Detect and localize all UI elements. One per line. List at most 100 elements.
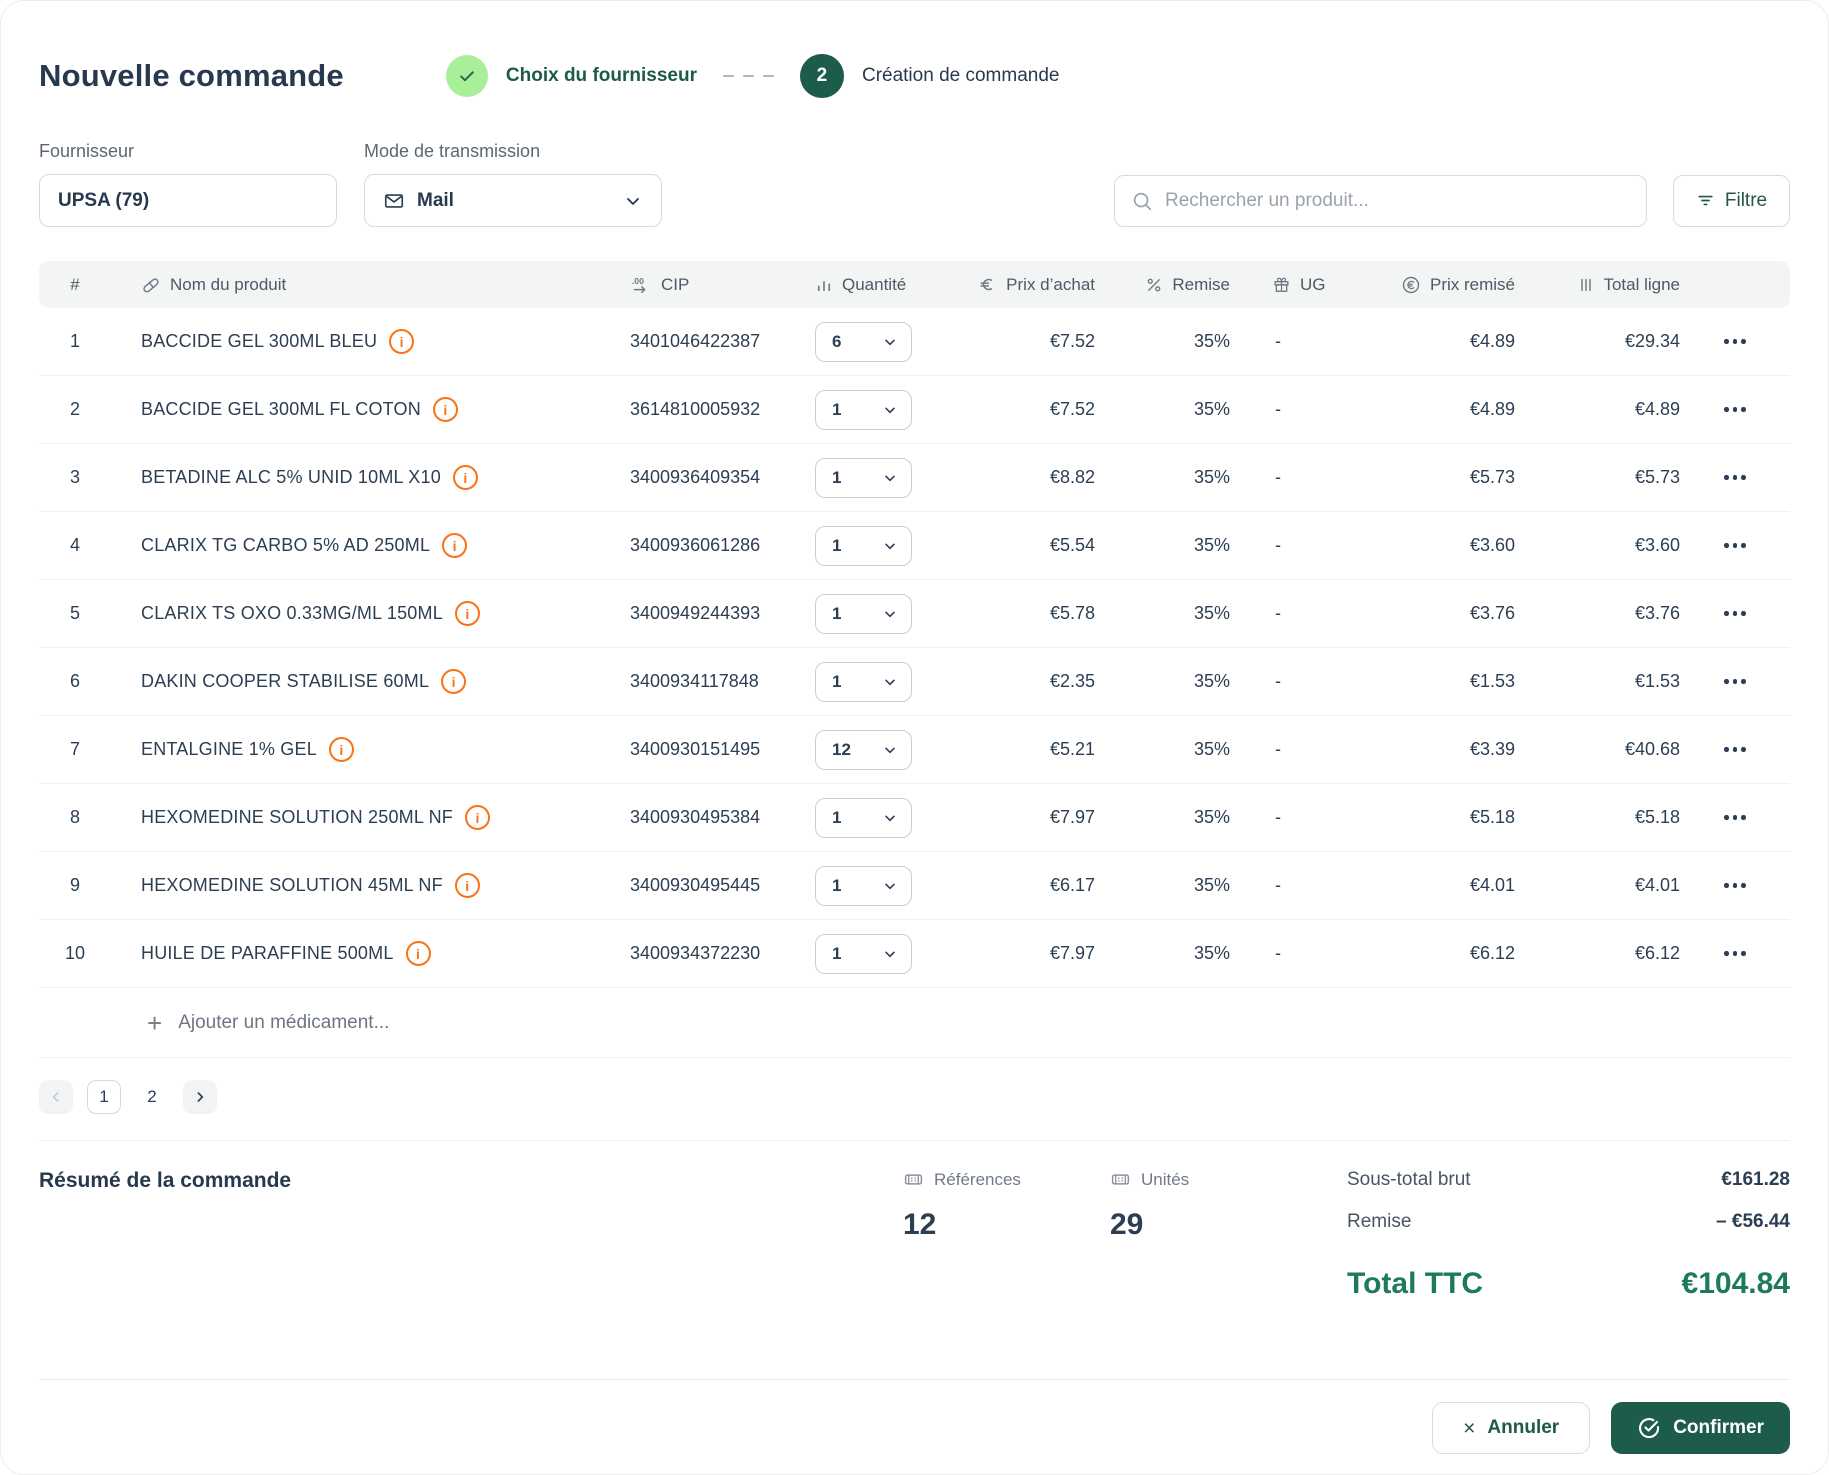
quantity-select[interactable]: 1 [815, 525, 912, 566]
confirm-button[interactable]: Confirmer [1611, 1402, 1790, 1454]
row-menu-button[interactable] [1680, 873, 1790, 898]
chevron-down-icon [882, 946, 898, 962]
new-order-panel: Nouvelle commande Choix du fournisseur 2… [0, 0, 1829, 1475]
product-name: HEXOMEDINE SOLUTION 45ML NF [141, 875, 443, 895]
cip-value: 3400930495384 [630, 807, 761, 827]
pagination: 1 2 [39, 1080, 1790, 1114]
info-icon[interactable]: i [405, 941, 431, 966]
row-menu-button[interactable] [1680, 941, 1790, 966]
row-number: 5 [69, 603, 80, 623]
search-field[interactable] [1114, 174, 1647, 227]
discount-percent: 35% [1193, 535, 1230, 555]
plus-icon: + [147, 1007, 163, 1038]
header: Nouvelle commande Choix du fournisseur 2… [39, 53, 1790, 99]
table-body: 1 BACCIDE GEL 300ML BLEU i 3401046422387… [39, 308, 1790, 988]
info-icon[interactable]: i [452, 465, 478, 490]
info-icon[interactable]: i [454, 601, 480, 626]
ug-value: - [1275, 467, 1281, 487]
previous-page-button[interactable] [39, 1080, 73, 1114]
check-circle-icon [1637, 1416, 1661, 1440]
line-total: €4.01 [1634, 875, 1680, 895]
quantity-value: 1 [832, 671, 842, 691]
discounted-price: €6.12 [1469, 943, 1515, 963]
unites-value: 29 [1110, 1208, 1144, 1241]
quantity-select[interactable]: 12 [815, 729, 912, 770]
add-medication-row[interactable]: + Ajouter un médicament... [39, 988, 1790, 1058]
chevron-down-icon [882, 606, 898, 622]
page-button-2[interactable]: 2 [135, 1080, 169, 1114]
quantity-value: 1 [832, 535, 842, 555]
purchase-price: €7.97 [1049, 943, 1095, 963]
decimal-icon: .00 [630, 274, 652, 296]
quantity-select[interactable]: 1 [815, 865, 912, 906]
cancel-button[interactable]: × Annuler [1432, 1402, 1591, 1454]
table-row: 5 CLARIX TS OXO 0.33MG/ML 150ML i 340094… [39, 580, 1790, 648]
discount-percent: 35% [1193, 331, 1230, 351]
row-menu-button[interactable] [1680, 601, 1790, 626]
remise-line: Remise – €56.44 [1347, 1211, 1790, 1233]
discount-percent: 35% [1193, 399, 1230, 419]
info-icon[interactable]: i [432, 397, 458, 422]
stepper: Choix du fournisseur 2 Création de comma… [445, 54, 1060, 98]
discounted-price: €4.89 [1469, 399, 1515, 419]
quantity-value: 6 [832, 331, 842, 351]
transmission-select[interactable]: Mail [364, 174, 662, 227]
quantity-select[interactable]: 1 [815, 661, 912, 702]
info-icon[interactable]: i [328, 737, 354, 762]
search-icon [1131, 190, 1153, 212]
filter-button[interactable]: Filtre [1673, 174, 1790, 227]
row-number: 10 [64, 943, 86, 963]
next-page-button[interactable] [183, 1080, 217, 1114]
ug-value: - [1275, 671, 1281, 691]
row-menu-button[interactable] [1680, 805, 1790, 830]
cip-value: 3401046422387 [630, 331, 761, 351]
order-summary: Résumé de la commande Références 12 Unit… [39, 1140, 1790, 1301]
pill-icon [141, 275, 161, 295]
row-number: 1 [69, 331, 80, 351]
info-icon[interactable]: i [389, 329, 415, 354]
info-icon[interactable]: i [441, 669, 467, 694]
ug-value: - [1275, 875, 1281, 895]
row-number: 6 [69, 671, 80, 691]
quantity-select[interactable]: 1 [815, 797, 912, 838]
quantity-select[interactable]: 1 [815, 933, 912, 974]
step-active-label: Création de commande [861, 65, 1060, 86]
row-menu-button[interactable] [1680, 737, 1790, 762]
search-input[interactable] [1165, 189, 1630, 212]
step-separator [722, 74, 774, 78]
remise-value: – €56.44 [1716, 1211, 1790, 1232]
page-button-1[interactable]: 1 [87, 1080, 121, 1114]
row-menu-button[interactable] [1680, 533, 1790, 558]
page-title: Nouvelle commande [39, 58, 344, 93]
line-total: €29.34 [1624, 331, 1680, 351]
row-menu-button[interactable] [1680, 465, 1790, 490]
unites-label: Unités [1141, 1169, 1190, 1189]
purchase-price: €5.78 [1049, 603, 1095, 623]
quantity-select[interactable]: 6 [815, 321, 912, 362]
table-header: # Nom du produit .00 CIP Quantité Prix d… [39, 261, 1790, 308]
col-quantity: Quantité [815, 275, 945, 295]
info-icon[interactable]: i [442, 533, 468, 558]
filter-fields: UPSA (79) Mail Filtre [39, 174, 1790, 227]
discount-percent: 35% [1193, 807, 1230, 827]
quantity-select[interactable]: 1 [815, 389, 912, 430]
quantity-select[interactable]: 1 [815, 457, 912, 498]
euro-coin-icon [1401, 275, 1421, 295]
info-icon[interactable]: i [454, 873, 480, 898]
table-row: 8 HEXOMEDINE SOLUTION 250ML NF i 3400930… [39, 784, 1790, 852]
quantity-select[interactable]: 1 [815, 593, 912, 634]
quantity-value: 1 [832, 399, 842, 419]
total-label: Total TTC [1347, 1267, 1484, 1300]
percent-icon [1145, 276, 1163, 294]
ug-value: - [1275, 331, 1281, 351]
ug-value: - [1275, 943, 1281, 963]
purchase-price: €5.54 [1049, 535, 1095, 555]
check-icon [457, 66, 477, 86]
ug-value: - [1275, 603, 1281, 623]
discount-percent: 35% [1193, 671, 1230, 691]
euro-icon [978, 275, 997, 294]
row-menu-button[interactable] [1680, 397, 1790, 422]
info-icon[interactable]: i [465, 805, 490, 830]
row-menu-button[interactable] [1680, 329, 1790, 354]
row-menu-button[interactable] [1680, 669, 1790, 694]
